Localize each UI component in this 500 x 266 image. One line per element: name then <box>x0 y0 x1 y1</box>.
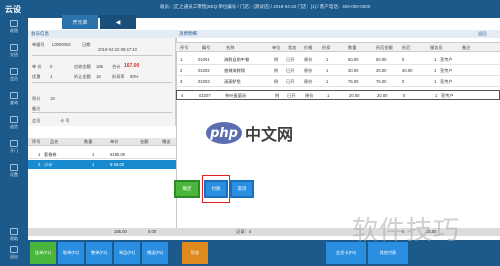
sidebar-item-shift[interactable]: 交班 <box>2 44 26 64</box>
swap-icon <box>10 44 18 51</box>
close-icon <box>10 246 18 253</box>
sidebar-item-settings[interactable]: 设置 <box>2 164 26 184</box>
field-value-order-no[interactable]: L0000003 <box>52 42 71 47</box>
field-label-order-no: 单据号 <box>32 42 45 47</box>
field-label-rate: 折扣率 <box>112 74 125 79</box>
field-label-unit-price: 单 价 <box>32 64 42 69</box>
detail-table-header: 序号 编号 名称 单位 状态 价格 折扣 数量 折后金额 折后 服务员 备注 <box>176 42 500 52</box>
col-header-amount: 金额 <box>140 139 149 144</box>
record-count: 记录：4 <box>236 229 251 234</box>
field-value-allowance[interactable]: 18 <box>96 74 101 79</box>
field-label-allowance: 折让金额 <box>74 74 91 79</box>
cash-register-icon <box>10 20 18 27</box>
field-label-discount: 优惠 <box>32 74 41 79</box>
cancel-button[interactable]: 取消 <box>230 180 254 198</box>
col-header-qty: 数量 <box>84 139 93 144</box>
item-list-footer: 185.00 0.00 <box>28 228 176 236</box>
consumption-detail-title: 消费明细 <box>176 30 500 38</box>
sidebar-item-help[interactable]: 帮助 <box>2 228 26 248</box>
highlight-frame <box>202 175 230 203</box>
member-info-title: 会员信息 <box>28 30 176 38</box>
divider <box>32 112 172 113</box>
field-value-total: 167.00 <box>124 63 140 69</box>
table-row-selected[interactable]: 4 01007 茶叶蛋菌汤 例 已开 原价 1 20.00 20.00 0 1 … <box>176 90 500 100</box>
sidebar-item-query[interactable]: 查询 <box>2 92 26 112</box>
retrieve-order-button[interactable]: 取单(F2) <box>58 242 84 264</box>
php-watermark-logo: php 中文网 <box>206 120 326 146</box>
divider <box>32 55 172 56</box>
top-status-text: 收员：[汇之通员工零售]SEQ:单位编号 / 门店：[测试店] / 2019-0… <box>160 4 371 9</box>
field-value-points[interactable]: 19 <box>50 96 55 101</box>
table-row[interactable]: 1 01001 海鲜自助午餐 例 已开 原价 1 50.00 50.00 0 1… <box>176 55 500 65</box>
field-value-rate[interactable]: 90% <box>130 74 138 79</box>
col-header-gift: 赠送 <box>162 139 171 144</box>
col-header-price: 单价 <box>110 139 119 144</box>
footer-sum: 185.00 <box>114 229 127 234</box>
watermark-text: 软件技巧 <box>352 216 461 246</box>
left-sidebar: 收银 交班 会员 查询 退货 开门 设置 <box>0 18 28 248</box>
table-row[interactable]: 2 01002 香辣海鲜锅 例 已开 原价 1 30.00 30.00 30.0… <box>176 66 500 76</box>
sidebar-item-return[interactable]: 退货 <box>2 116 26 136</box>
field-value-date[interactable]: 2019-04-22 06:47:43 <box>98 47 137 52</box>
field-label-points: 积分 <box>32 96 41 101</box>
search-icon <box>10 92 18 99</box>
field-value-unit-price[interactable]: 0 <box>50 64 52 69</box>
sidebar-item-member[interactable]: 会员 <box>2 68 26 88</box>
whole-order-button[interactable]: 整单(F3) <box>86 242 112 264</box>
sidebar-item-drawer[interactable]: 开门 <box>2 140 26 160</box>
hold-order-button[interactable]: 挂单(F1) <box>30 242 56 264</box>
col-header-no: 序号 <box>32 139 41 144</box>
list-item-selected[interactable]: 2 小计 1 ¥-18.00 <box>28 160 176 169</box>
single-item-button[interactable]: 单品(F4) <box>114 242 140 264</box>
drawer-icon <box>10 140 18 147</box>
field-label-date: 日期 <box>82 42 91 47</box>
gift-button[interactable]: 赠送(F5) <box>142 242 168 264</box>
field-value-receivable[interactable]: 185 <box>96 64 103 69</box>
return-icon <box>10 116 18 123</box>
gear-icon <box>10 164 18 171</box>
tab-back-icon[interactable]: ◀ <box>100 15 136 29</box>
table-row[interactable]: 3 01003 清蒸鲈鱼 例 已开 原价 1 75.00 75.00 0 1 宣… <box>176 77 500 87</box>
footer-extra: 0.00 <box>148 229 157 234</box>
app-logo: 云设 <box>5 4 21 14</box>
user-icon <box>10 68 18 75</box>
divider <box>32 82 172 83</box>
col-header-name: 品名 <box>50 139 59 144</box>
field-label-total: 合计 <box>112 64 121 69</box>
return-link[interactable]: 返回 <box>478 31 486 37</box>
field-value-discount[interactable]: 1 <box>50 74 52 79</box>
sidebar-item-cashier[interactable]: 收银 <box>2 20 26 40</box>
list-item[interactable]: 1 套餐卷 1 ¥185.00 <box>28 150 176 159</box>
cash-button[interactable]: 现金 <box>182 242 208 264</box>
field-label-receivable: 应收金额 <box>74 64 91 69</box>
help-icon <box>10 228 18 235</box>
item-list-header: 序号 品名 数量 单价 金额 赠送 <box>28 138 176 146</box>
field-label-member: 会员 <box>32 118 41 123</box>
tab-order[interactable]: 开元单 <box>62 15 98 29</box>
field-label-card-no: 卡 号 <box>60 118 70 123</box>
sidebar-item-exit[interactable]: 退出 <box>2 246 26 266</box>
sidebar-bottom: 帮助 退出 <box>0 228 28 266</box>
confirm-button[interactable]: 确定 <box>174 180 200 198</box>
